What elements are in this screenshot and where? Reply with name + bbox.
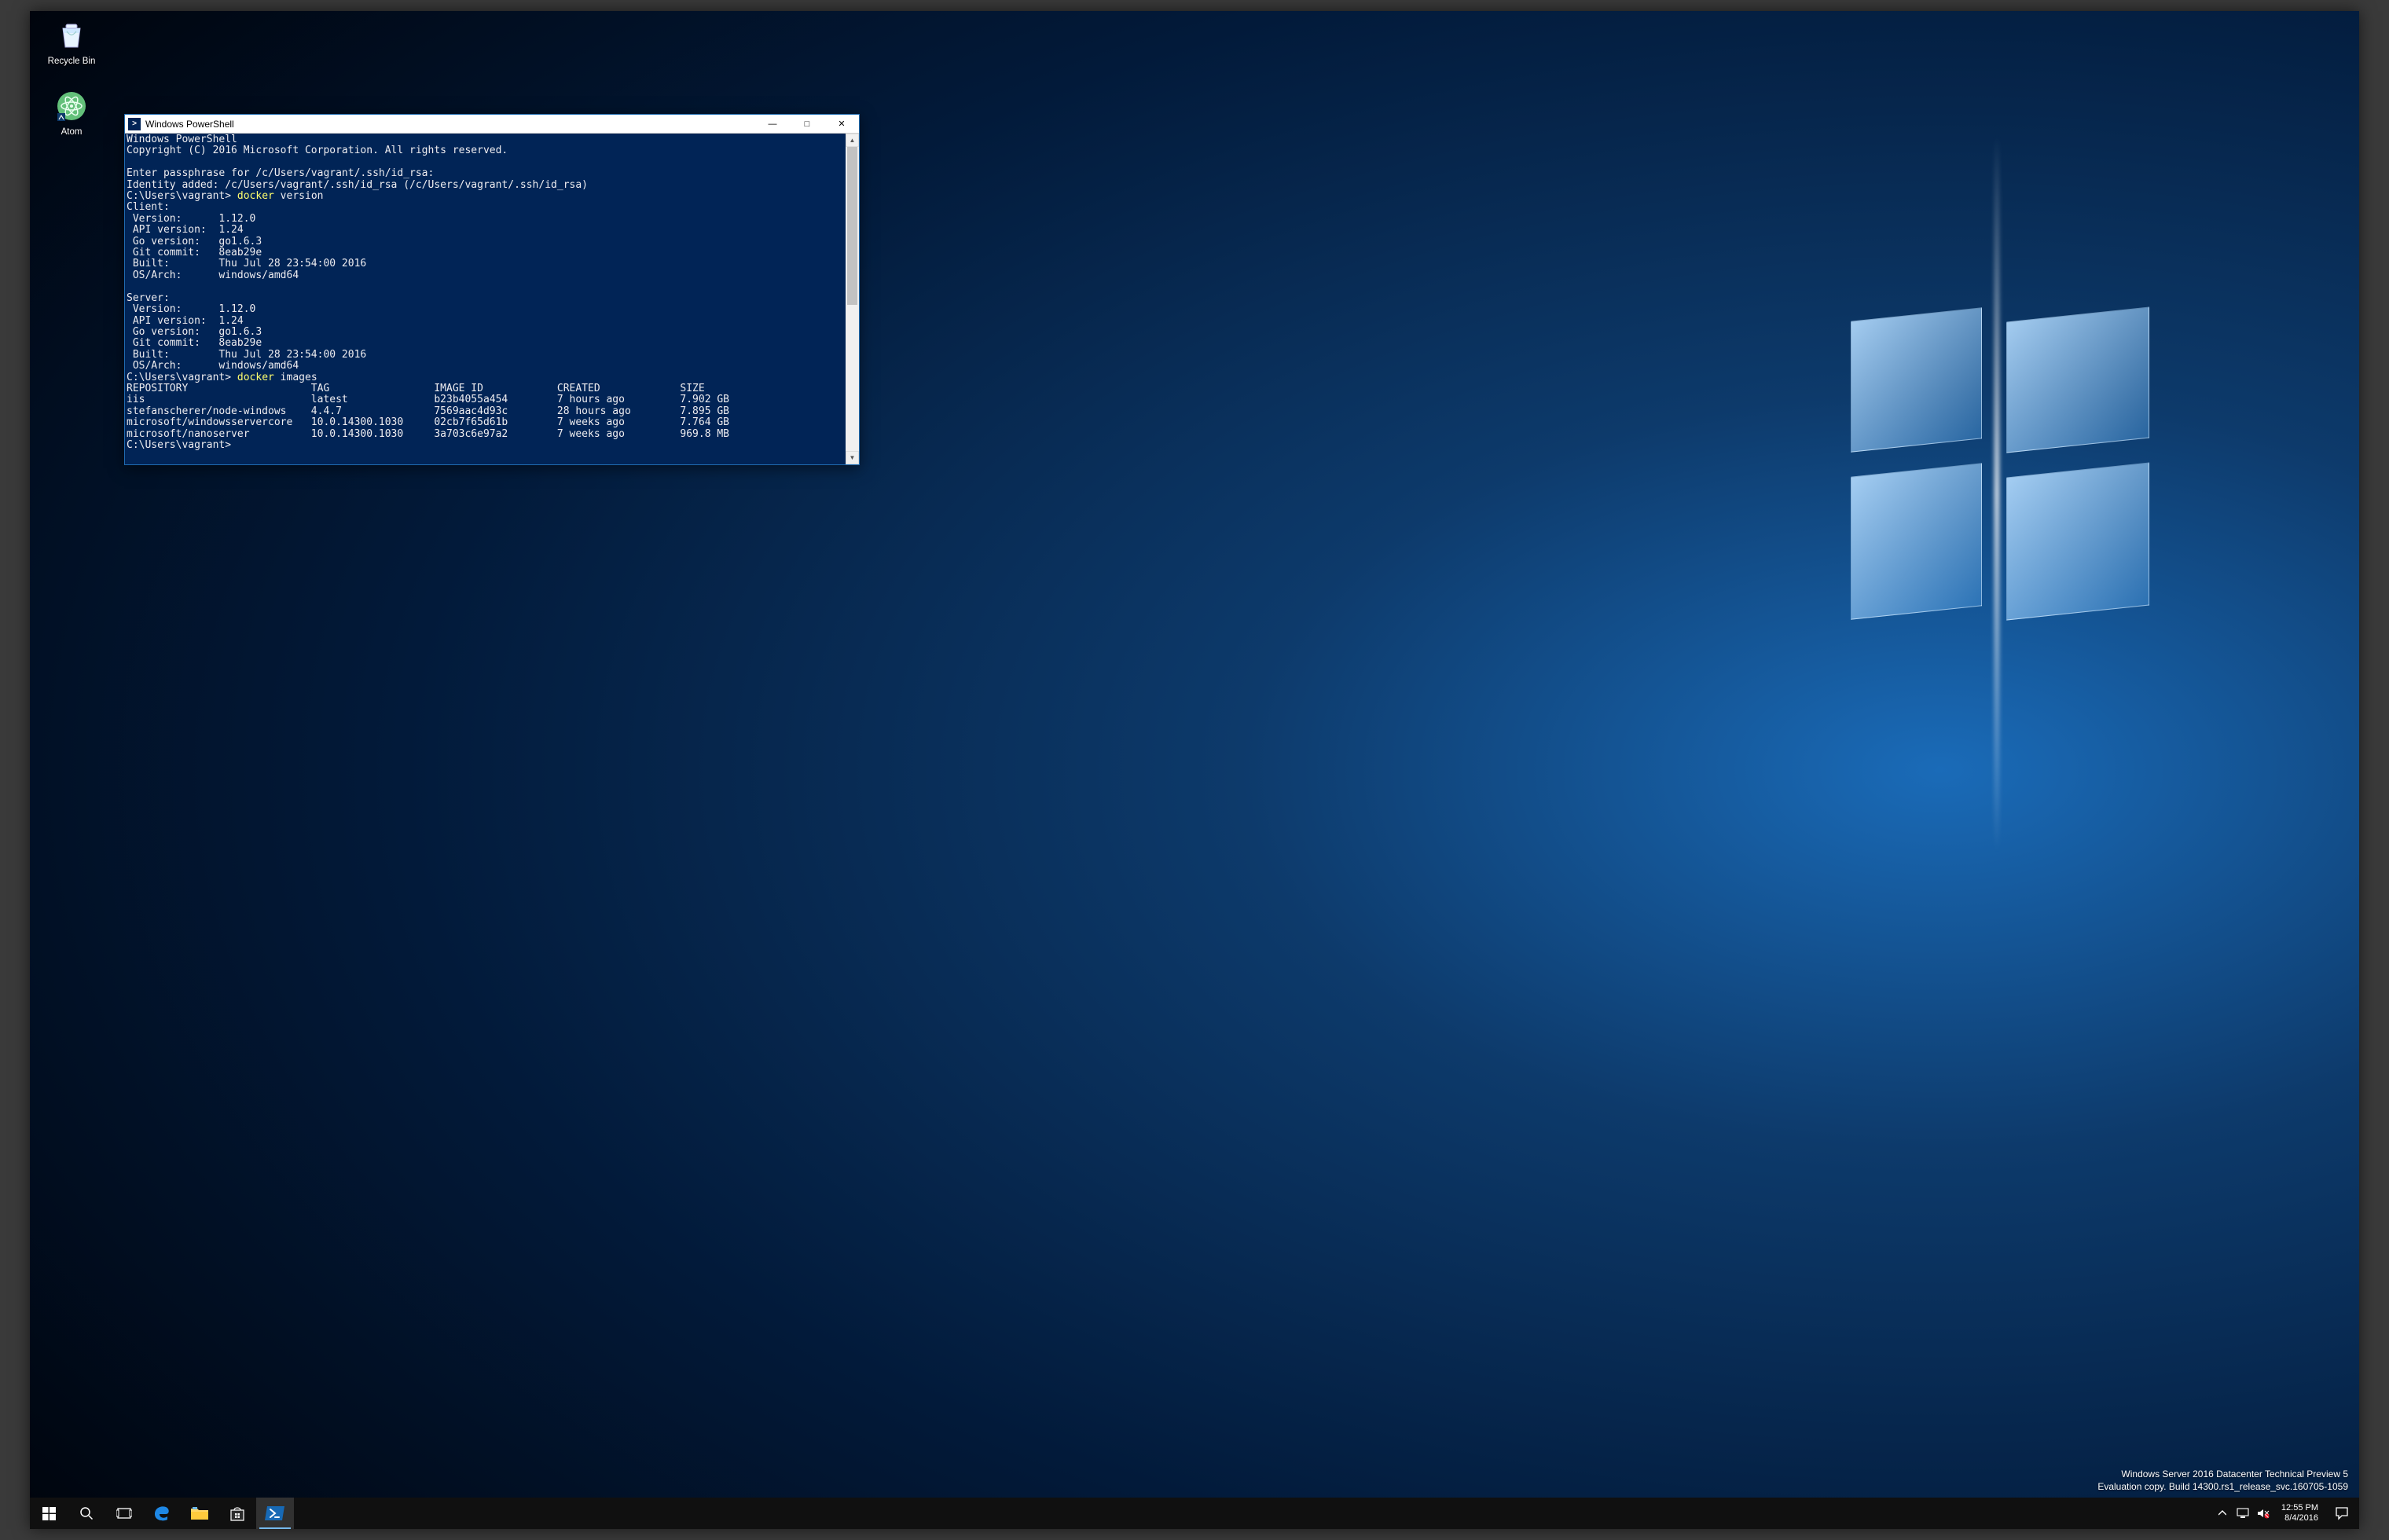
client-osarch: OS/Arch: windows/amd64 [127, 270, 299, 281]
scroll-up-button[interactable]: ▲ [846, 134, 859, 147]
cmd1-bin: docker [237, 190, 274, 202]
client-built: Built: Thu Jul 28 23:54:00 2016 [127, 258, 366, 270]
desktop-icon-column: Recycle Bin Ato [38, 17, 105, 159]
server-osarch: OS/Arch: windows/amd64 [127, 360, 299, 372]
cmd1-args: version [274, 190, 324, 202]
taskbar-spacer [294, 1498, 2207, 1529]
cmd2-bin: docker [237, 372, 274, 383]
atom-label: Atom [38, 127, 105, 137]
edge-icon [152, 1503, 172, 1524]
taskbar[interactable]: 12:55 PM 8/4/2016 [30, 1498, 2359, 1529]
images-row-2: stefanscherer/node-windows 4.4.7 7569aac… [127, 405, 729, 417]
server-git: Git commit: 8eab29e [127, 337, 262, 349]
recycle-bin-icon[interactable]: Recycle Bin [38, 17, 105, 66]
action-center-button[interactable] [2325, 1498, 2359, 1529]
folder-icon [190, 1505, 209, 1521]
task-view-icon [116, 1507, 132, 1520]
watermark-line2: Evaluation copy. Build 14300.rs1_release… [2097, 1480, 2348, 1493]
minimize-button[interactable]: — [755, 115, 790, 134]
ssh-identity-added: Identity added: /c/Users/vagrant/.ssh/id… [127, 179, 588, 191]
search-icon [79, 1506, 94, 1520]
powershell-icon [265, 1505, 285, 1522]
edge-taskbar-button[interactable] [143, 1498, 181, 1529]
watermark-line1: Windows Server 2016 Datacenter Technical… [2097, 1468, 2348, 1480]
prompt-1: C:\Users\vagrant> [127, 190, 231, 202]
clock-time: 12:55 PM [2281, 1503, 2318, 1513]
prompt-3: C:\Users\vagrant> [127, 439, 231, 451]
cmd2-args: images [274, 372, 317, 383]
titlebar[interactable]: > Windows PowerShell — □ ✕ [125, 115, 859, 134]
file-explorer-taskbar-button[interactable] [181, 1498, 218, 1529]
windows-start-icon [42, 1507, 56, 1520]
images-row-3: microsoft/windowsservercore 10.0.14300.1… [127, 416, 729, 428]
terminal-output[interactable]: Windows PowerShell Copyright (C) 2016 Mi… [125, 134, 846, 464]
scroll-track[interactable] [846, 147, 859, 451]
network-icon [2237, 1508, 2249, 1519]
close-button[interactable]: ✕ [824, 115, 859, 134]
clock-date: 8/4/2016 [2284, 1513, 2318, 1524]
client-label: Client: [127, 201, 170, 213]
ps-banner-line2: Copyright (C) 2016 Microsoft Corporation… [127, 145, 508, 156]
vertical-scrollbar[interactable]: ▲ ▼ [846, 134, 859, 464]
store-taskbar-button[interactable] [218, 1498, 256, 1529]
recycle-bin-label: Recycle Bin [38, 57, 105, 66]
search-button[interactable] [68, 1498, 105, 1529]
desktop-watermark: Windows Server 2016 Datacenter Technical… [2097, 1468, 2348, 1493]
tray-overflow-button[interactable] [2215, 1506, 2229, 1520]
chevron-up-icon [2218, 1510, 2226, 1516]
images-row-4: microsoft/nanoserver 10.0.14300.1030 3a7… [127, 428, 729, 440]
network-tray-icon[interactable] [2236, 1506, 2250, 1520]
screenshot-frame: Recycle Bin Ato [0, 0, 2389, 1540]
atom-app-icon[interactable]: Atom [38, 88, 105, 137]
windows-logo-wallpaper [1851, 314, 2149, 613]
server-api: API version: 1.24 [127, 315, 244, 327]
ps-banner-line1: Windows PowerShell [127, 134, 237, 145]
powershell-window[interactable]: > Windows PowerShell — □ ✕ Windows Power… [124, 114, 860, 465]
task-view-button[interactable] [105, 1498, 143, 1529]
recycle-bin-glyph-icon [53, 17, 90, 53]
atom-glyph-icon [53, 88, 90, 124]
server-built: Built: Thu Jul 28 23:54:00 2016 [127, 349, 366, 361]
server-version: Version: 1.12.0 [127, 303, 255, 315]
powershell-taskbar-button[interactable] [256, 1498, 294, 1529]
system-tray[interactable] [2207, 1498, 2275, 1529]
powershell-app-icon: > [128, 118, 141, 130]
client-version: Version: 1.12.0 [127, 213, 255, 225]
server-label: Server: [127, 292, 170, 304]
images-header: REPOSITORY TAG IMAGE ID CREATED SIZE [127, 383, 705, 394]
client-go: Go version: go1.6.3 [127, 236, 262, 248]
scroll-thumb[interactable] [847, 147, 857, 305]
scroll-down-button[interactable]: ▼ [846, 451, 859, 464]
start-button[interactable] [30, 1498, 68, 1529]
store-icon [229, 1505, 246, 1522]
ssh-passphrase-prompt: Enter passphrase for /c/Users/vagrant/.s… [127, 167, 434, 179]
server-go: Go version: go1.6.3 [127, 326, 262, 338]
images-row-1: iis latest b23b4055a454 7 hours ago 7.90… [127, 394, 729, 405]
taskbar-clock[interactable]: 12:55 PM 8/4/2016 [2275, 1498, 2325, 1529]
volume-mute-icon [2257, 1508, 2270, 1519]
maximize-button[interactable]: □ [790, 115, 824, 134]
notification-icon [2335, 1506, 2349, 1520]
desktop[interactable]: Recycle Bin Ato [30, 11, 2359, 1529]
volume-tray-icon[interactable] [2256, 1506, 2270, 1520]
client-api: API version: 1.24 [127, 224, 244, 236]
client-git: Git commit: 8eab29e [127, 247, 262, 258]
prompt-2: C:\Users\vagrant> [127, 372, 231, 383]
window-title: Windows PowerShell [145, 119, 234, 130]
